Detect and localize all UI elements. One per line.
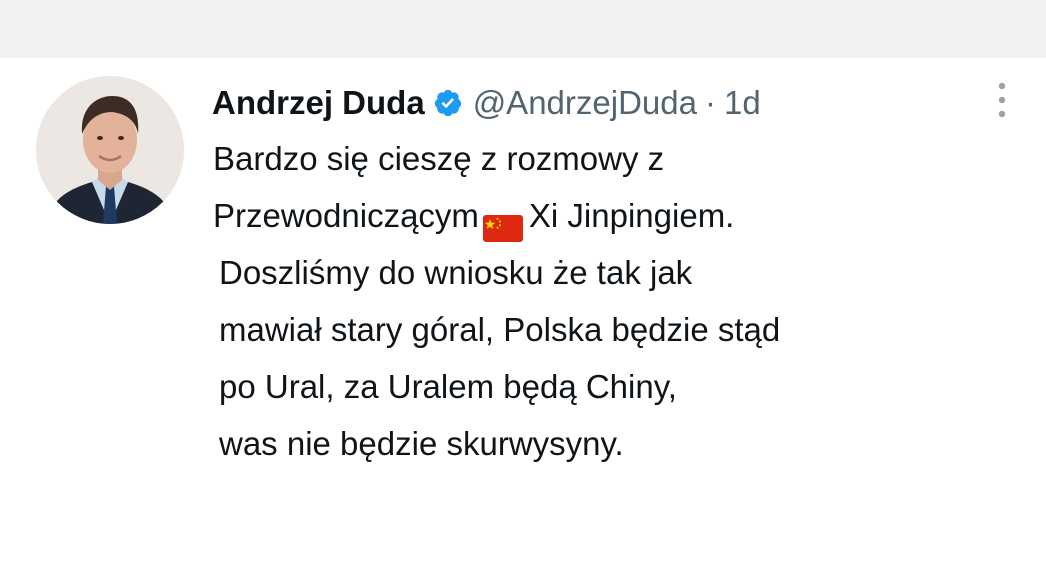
avatar[interactable] — [36, 76, 184, 224]
top-background-band — [0, 0, 1046, 58]
author-handle[interactable]: @AndrzejDuda — [473, 84, 697, 122]
tweet-line: Bardzo się cieszę z rozmowy z — [213, 140, 665, 177]
tweet-line: mawiał stary góral, Polska będzie stąd — [219, 311, 781, 348]
china-flag-icon — [482, 202, 523, 242]
separator-dot: · — [704, 84, 716, 121]
tweet-line: was nie będzie skurwysyny. — [219, 425, 624, 462]
more-options-button[interactable] — [994, 78, 1010, 124]
tweet-line-segment: Xi Jinpingiem. — [528, 197, 735, 234]
vertical-ellipsis-icon — [998, 82, 1006, 118]
tweet-timestamp[interactable]: 1d — [724, 84, 761, 122]
author-display-name[interactable]: Andrzej Duda — [212, 84, 425, 122]
tweet-line: Przewodniczącym Xi Jinpingiem. — [213, 187, 1013, 244]
tweet-text: Bardzo się cieszę z rozmowy z Przewodnic… — [213, 130, 1013, 472]
profile-photo-icon — [36, 76, 184, 224]
tweet-line-segment: Przewodniczącym — [213, 197, 479, 234]
tweet-header: Andrzej Duda @AndrzejDuda · 1d — [212, 78, 761, 128]
tweet-line: po Ural, za Uralem będą Chiny, — [219, 368, 677, 405]
tweet-line: Doszliśmy do wniosku że tak jak — [219, 254, 693, 291]
verified-badge-icon — [433, 88, 463, 118]
